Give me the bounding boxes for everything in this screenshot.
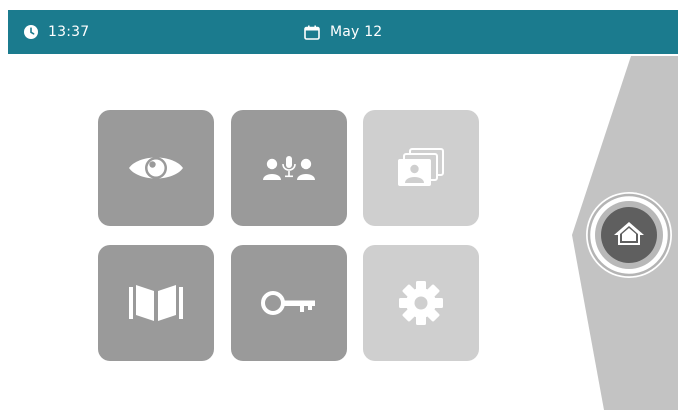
calendar-icon <box>304 25 320 40</box>
gear-icon <box>398 280 444 326</box>
home-button[interactable] <box>584 190 674 280</box>
time-text: 13:37 <box>48 24 90 40</box>
key-icon <box>261 289 317 317</box>
photo-gallery-icon <box>397 148 445 188</box>
book-icon <box>128 283 184 323</box>
book-tile[interactable] <box>98 245 214 361</box>
date: May 12 <box>304 10 382 54</box>
key-tile[interactable] <box>231 245 347 361</box>
home-screen: 13:37 May 12 <box>0 0 678 410</box>
clock: 13:37 <box>24 10 89 54</box>
settings-tile[interactable] <box>363 245 479 361</box>
eye-icon <box>127 151 185 185</box>
intercom-people-icon <box>262 155 316 181</box>
date-text: May 12 <box>330 24 383 40</box>
gallery-tile[interactable] <box>363 110 479 226</box>
clock-icon <box>24 25 38 39</box>
status-bar: 13:37 May 12 <box>8 10 678 54</box>
intercom-tile[interactable] <box>231 110 347 226</box>
monitor-tile[interactable] <box>98 110 214 226</box>
